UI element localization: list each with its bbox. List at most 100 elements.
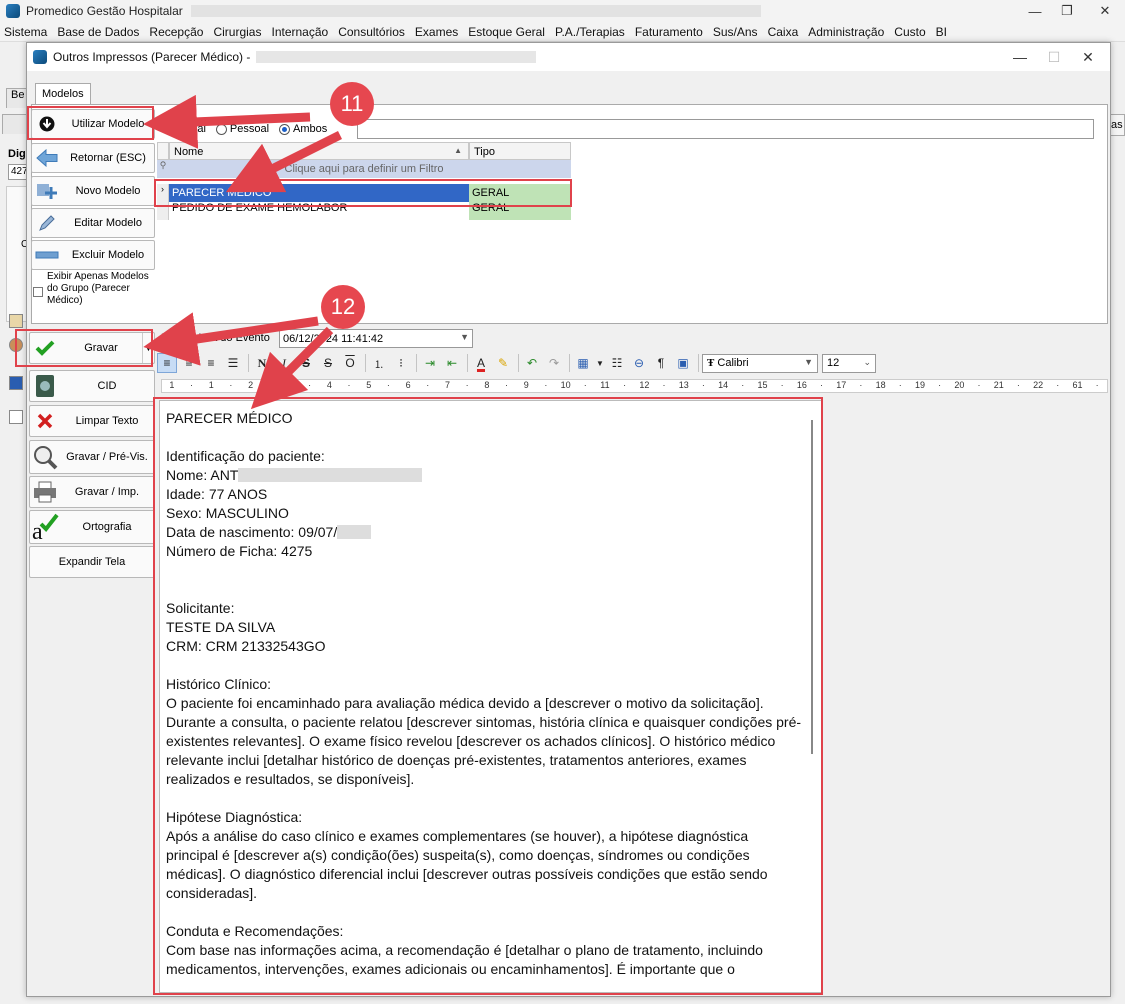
ruler-mark: · (190, 380, 194, 390)
chevron-down-icon[interactable]: ▼ (804, 357, 813, 367)
table-icon[interactable]: ▦ (573, 353, 593, 373)
chevron-down-icon[interactable]: ⌄ (863, 357, 871, 368)
align-left-icon[interactable]: ≡ (157, 353, 177, 373)
restore-icon[interactable]: ❐ (1052, 2, 1082, 20)
bg-book-icon[interactable] (9, 376, 23, 390)
ruler-mark: 6 (405, 380, 411, 390)
ortografia-label: Ortografia (82, 521, 132, 533)
menu-item[interactable]: Sus/Ans (713, 25, 758, 39)
dialog-close-icon[interactable]: ✕ (1071, 47, 1105, 67)
menu-item[interactable]: P.A./Terapias (555, 25, 625, 39)
indent-increase-icon[interactable]: ⇥ (420, 353, 440, 373)
align-center-icon[interactable]: ≡ (179, 353, 199, 373)
indent-decrease-icon[interactable]: ⇤ (442, 353, 462, 373)
radio-button[interactable] (215, 123, 227, 135)
ruler-mark: · (229, 380, 233, 390)
radio-option[interactable]: Ambos (279, 123, 327, 135)
search-input[interactable] (357, 119, 1094, 139)
menu-item[interactable]: BI (936, 25, 947, 39)
filtro-grupo-checkbox[interactable] (33, 287, 43, 297)
editar-modelo-button[interactable]: Editar Modelo (31, 208, 155, 238)
highlight-icon[interactable]: ✎ (493, 353, 513, 373)
radio-button[interactable] (279, 123, 291, 135)
gravar-previs-button[interactable]: Gravar / Pré-Vis. (29, 440, 155, 474)
bg-field[interactable]: 427 (8, 164, 28, 180)
ruler-mark: 21 (993, 380, 1004, 390)
ruler-mark: 20 (954, 380, 965, 390)
strikethrough-icon[interactable]: S (296, 353, 316, 373)
ruler[interactable]: 1 · 1 · 2 · 3 · 4 · 5 · 6 · 7 · 8 · 9 · 10 · 11 · 12 · 13 · 14 · 15 · 16… (161, 379, 1108, 393)
menu-item[interactable]: Sistema (4, 25, 47, 39)
step-badge-11: 11 (330, 82, 374, 126)
chevron-down-icon[interactable]: ▼ (460, 332, 469, 342)
save-icon[interactable]: ▣ (673, 353, 693, 373)
bold-icon[interactable]: N (252, 353, 272, 373)
close-icon[interactable]: ✕ (1090, 2, 1120, 20)
bg-tab-2[interactable] (2, 114, 28, 134)
menu-item[interactable]: Base de Dados (57, 25, 139, 39)
font-name-select[interactable]: Ŧ Calibri ▼ (702, 353, 818, 373)
radio-option[interactable]: Geral (165, 123, 206, 135)
toolbar-divider (698, 354, 699, 372)
numbered-list-icon[interactable]: ⒈ (369, 353, 389, 373)
menu-item[interactable]: Faturamento (635, 25, 703, 39)
italic-icon[interactable]: I (274, 353, 294, 373)
menu-item[interactable]: Recepção (149, 25, 203, 39)
ruler-mark: · (386, 380, 390, 390)
align-justify-icon[interactable]: ☰ (223, 353, 243, 373)
cid-button[interactable]: CID (29, 370, 155, 402)
radio-option[interactable]: Pessoal (215, 123, 270, 135)
menu-item[interactable]: Cirurgias (213, 25, 261, 39)
menu-item[interactable]: Exames (415, 25, 458, 39)
menu-item[interactable]: Internação (271, 25, 328, 39)
filtro-grupo-option[interactable]: Exibir Apenas Modelos do Grupo (Parecer … (33, 271, 161, 307)
align-right-icon[interactable]: ≡ (201, 353, 221, 373)
printer-icon (30, 479, 60, 505)
ruler-mark: · (977, 380, 981, 390)
undo-icon[interactable]: ↶ (522, 353, 542, 373)
redo-icon[interactable]: ↷ (544, 353, 564, 373)
ruler-mark: 11 (600, 380, 610, 390)
bullet-list-icon[interactable]: ⁝ (391, 353, 411, 373)
menu-item[interactable]: Caixa (768, 25, 799, 39)
font-size-select[interactable]: 12 ⌄ (822, 353, 876, 373)
limpar-texto-button[interactable]: Limpar Texto (29, 405, 155, 437)
column-header-tipo[interactable]: Tipo (469, 142, 571, 160)
gravar-imp-button[interactable]: Gravar / Imp. (29, 476, 155, 508)
spellcheck-icon: a (30, 513, 60, 542)
toolbar-divider (569, 354, 570, 372)
insert-row-icon[interactable]: ☷ (607, 353, 627, 373)
column-header-nome[interactable]: Nome ▲ (169, 142, 469, 160)
retornar-button[interactable]: Retornar (ESC) (31, 143, 155, 173)
menu-item[interactable]: Consultórios (338, 25, 405, 39)
novo-modelo-button[interactable]: Novo Modelo (31, 176, 155, 206)
bg-chart-icon[interactable] (9, 410, 23, 424)
strikethrough-alt-icon[interactable]: S (318, 353, 338, 373)
add-icon (32, 178, 62, 204)
ruler-mark: 15 (757, 380, 768, 390)
tab-modelos[interactable]: Modelos (35, 83, 91, 105)
page-break-icon[interactable]: ⊖ (629, 353, 649, 373)
dialog-maximize-icon[interactable]: ☐ (1037, 47, 1071, 67)
ruler-mark: · (898, 380, 902, 390)
overline-icon[interactable]: O (340, 353, 360, 373)
radio-label: Pessoal (229, 123, 270, 135)
bg-toolbar-icon[interactable] (9, 314, 23, 328)
ruler-mark: · (505, 380, 509, 390)
menu-item[interactable]: Administração (808, 25, 884, 39)
dialog-minimize-icon[interactable]: — (1003, 47, 1037, 67)
menu-item[interactable]: Custo (894, 25, 925, 39)
ortografia-button[interactable]: a Ortografia (29, 510, 155, 544)
grid-filter-row[interactable]: ⚲ Clique aqui para definir um Filtro (157, 160, 571, 178)
minimize-icon[interactable]: — (1020, 2, 1050, 20)
evento-datetime-field[interactable]: 06/12/2024 11:41:42 ▼ (279, 329, 473, 348)
font-color-icon[interactable]: A (471, 353, 491, 373)
chevron-down-icon[interactable]: ▼ (595, 353, 605, 373)
menu-item[interactable]: Estoque Geral (468, 25, 545, 39)
expandir-tela-button[interactable]: Expandir Tela (29, 546, 155, 578)
excluir-modelo-button[interactable]: Excluir Modelo (31, 240, 155, 270)
radio-button[interactable] (165, 123, 176, 135)
paragraph-icon[interactable]: ¶ (651, 353, 671, 373)
bg-right-tab[interactable]: as (1110, 114, 1125, 136)
bg-tab[interactable]: Be (6, 88, 28, 108)
